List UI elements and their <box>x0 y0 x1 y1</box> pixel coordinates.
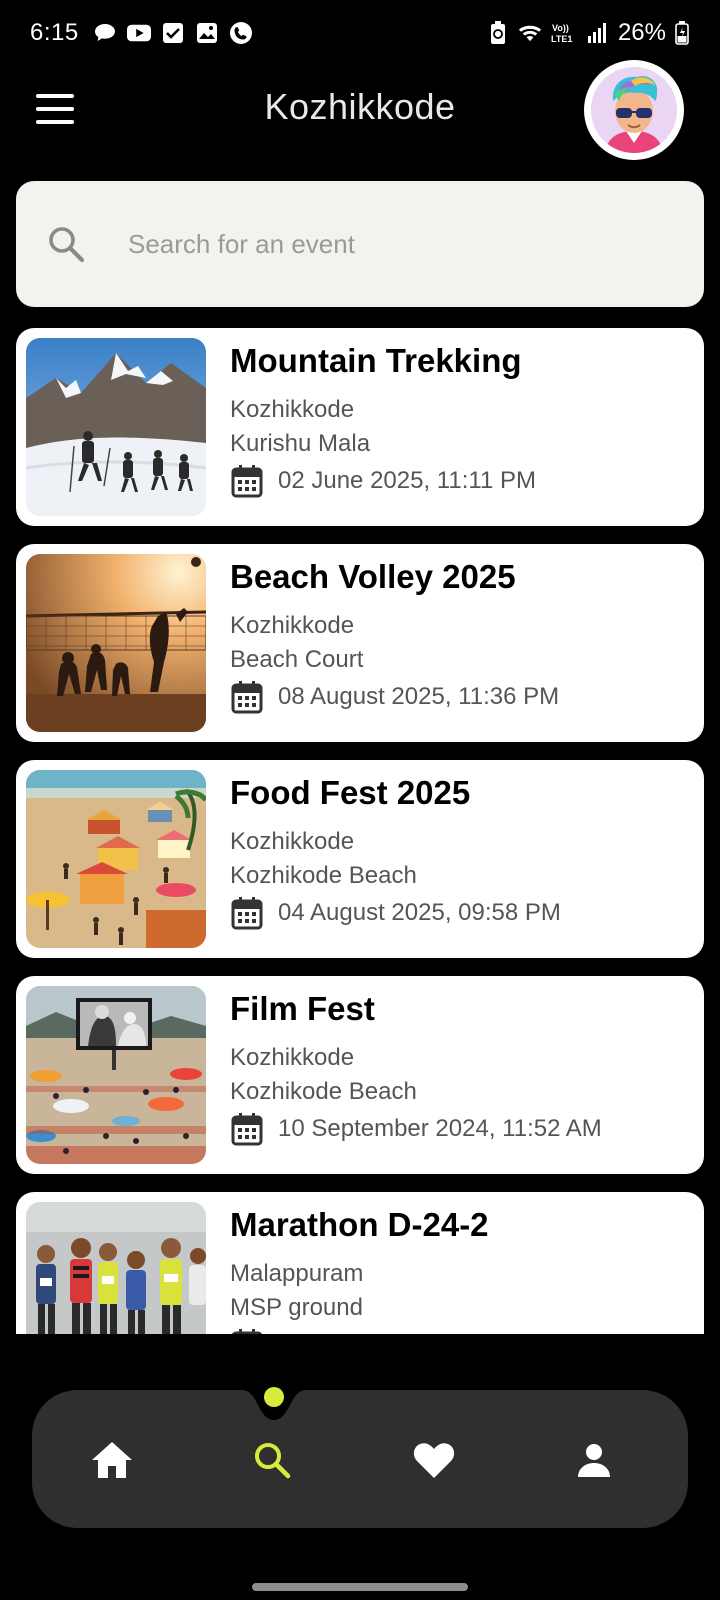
event-venue: Kurishu Mala <box>230 430 371 457</box>
event-date-row: 02 June 2025, 11:11 PM <box>230 462 536 500</box>
event-list[interactable]: Mountain Trekking Kozhikkode Kurishu Mal… <box>0 328 720 1334</box>
phone-notification-icon <box>229 21 253 45</box>
battery-charging-icon <box>674 21 690 45</box>
calendar-icon <box>230 896 264 930</box>
event-venue: Kozhikode Beach <box>230 862 417 889</box>
person-icon <box>576 1442 612 1483</box>
event-date: 10 September 2024, 11:52 AM <box>278 1115 602 1142</box>
event-city: Kozhikkode <box>230 828 355 855</box>
app-header: Kozhikkode <box>0 56 720 166</box>
gallery-notification-icon <box>195 21 219 45</box>
event-image <box>26 986 206 1164</box>
nav-profile[interactable] <box>566 1434 622 1490</box>
event-card[interactable]: Food Fest 2025 Kozhikkode Kozhikode Beac… <box>16 760 704 958</box>
event-image <box>26 1202 206 1334</box>
volte-icon: Vo)) LTE1 <box>550 21 578 45</box>
wifi-icon <box>518 21 542 45</box>
svg-text:Vo)): Vo)) <box>552 23 569 33</box>
event-city: Kozhikkode <box>230 396 355 423</box>
status-left: 6:15 <box>30 19 253 47</box>
event-city: Kozhikkode <box>230 1044 355 1071</box>
event-image <box>26 770 206 948</box>
event-date: 08 August 2025, 11:36 PM <box>278 683 560 710</box>
event-image <box>26 338 206 516</box>
active-indicator-dot <box>264 1387 284 1407</box>
event-venue: MSP ground <box>230 1294 363 1321</box>
youtube-notification-icon <box>126 21 151 45</box>
event-title: Marathon D-24-2 <box>230 1206 489 1243</box>
event-venue: Beach Court <box>230 646 364 673</box>
heart-icon <box>413 1441 455 1484</box>
signal-icon <box>586 21 610 45</box>
calendar-icon <box>230 1112 264 1146</box>
avatar[interactable] <box>584 60 684 160</box>
status-time: 6:15 <box>30 19 79 46</box>
event-card[interactable]: Beach Volley 2025 Kozhikkode Beach Court… <box>16 544 704 742</box>
event-title: Film Fest <box>230 990 375 1027</box>
event-title: Mountain Trekking <box>230 342 522 379</box>
calendar-icon <box>230 464 264 498</box>
event-card[interactable]: Film Fest Kozhikkode Kozhikode Beach 10 … <box>16 976 704 1174</box>
event-title: Food Fest 2025 <box>230 774 471 811</box>
home-indicator[interactable] <box>252 1583 468 1591</box>
event-date-row: 04 August 2025, 09:58 PM <box>230 894 561 932</box>
bottom-nav <box>32 1387 688 1528</box>
chat-notification-icon <box>93 21 117 45</box>
event-date-row <box>230 1326 278 1334</box>
nav-favorites[interactable] <box>406 1434 462 1490</box>
search-input[interactable]: Search for an event <box>16 181 704 307</box>
event-city: Kozhikkode <box>230 612 355 639</box>
event-date-row: 08 August 2025, 11:36 PM <box>230 678 559 716</box>
event-date: 04 August 2025, 09:58 PM <box>278 899 561 926</box>
event-date: 02 June 2025, 11:11 PM <box>278 467 536 494</box>
status-right: Vo)) LTE1 26% <box>486 19 690 47</box>
event-image <box>26 554 206 732</box>
event-venue: Kozhikode Beach <box>230 1078 417 1105</box>
battery-saver-icon <box>486 21 510 45</box>
search-icon <box>252 1440 292 1485</box>
event-title: Beach Volley 2025 <box>230 558 516 595</box>
event-card[interactable]: Mountain Trekking Kozhikkode Kurishu Mal… <box>16 328 704 526</box>
checkbox-notification-icon <box>161 21 185 45</box>
event-city: Malappuram <box>230 1260 364 1287</box>
svg-text:LTE1: LTE1 <box>551 34 572 44</box>
search-placeholder: Search for an event <box>128 228 355 259</box>
search-icon <box>44 222 88 266</box>
event-date-row: 10 September 2024, 11:52 AM <box>230 1110 602 1148</box>
home-icon <box>91 1440 133 1485</box>
avatar-image <box>591 67 677 153</box>
battery-percent: 26% <box>617 19 666 46</box>
nav-home[interactable] <box>84 1434 140 1490</box>
event-card[interactable]: Marathon D-24-2 Malappuram MSP ground <box>16 1192 704 1334</box>
nav-search[interactable] <box>244 1434 300 1490</box>
calendar-icon <box>230 680 264 714</box>
calendar-icon <box>230 1328 264 1334</box>
